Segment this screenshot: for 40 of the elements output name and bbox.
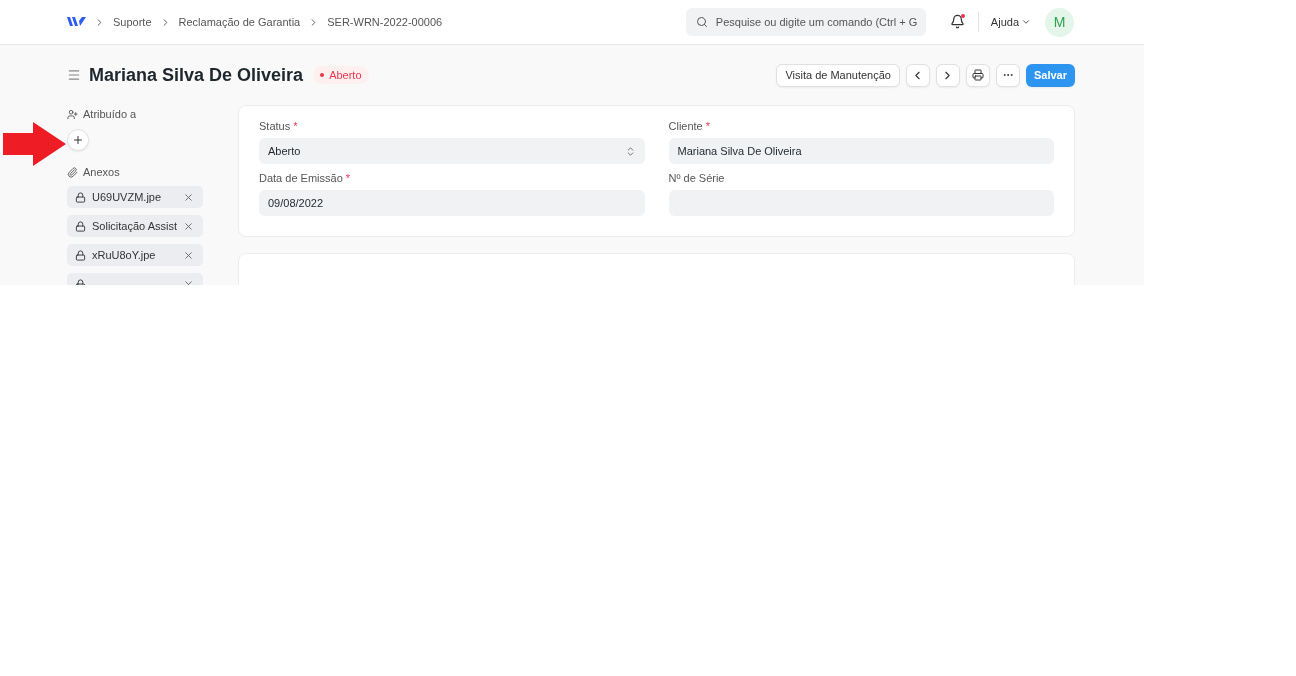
close-icon[interactable] bbox=[183, 249, 194, 261]
field-label: Cliente * bbox=[668, 120, 712, 132]
help-menu[interactable]: Ajuda bbox=[990, 16, 1031, 28]
attachment-chip[interactable]: xRuU8oY.jpe bbox=[67, 244, 203, 266]
lock-icon bbox=[75, 191, 86, 203]
field-label: Nº de Série bbox=[668, 172, 726, 184]
maintenance-visit-button[interactable]: Visita de Manutenção bbox=[776, 63, 900, 87]
next-button[interactable] bbox=[935, 63, 960, 87]
user-plus-icon bbox=[67, 108, 78, 120]
close-icon[interactable] bbox=[183, 220, 194, 232]
arrow-icon bbox=[3, 122, 66, 166]
plus-icon bbox=[72, 134, 84, 146]
lock-icon bbox=[75, 249, 86, 261]
print-button[interactable] bbox=[965, 63, 990, 87]
field-label: Status * bbox=[259, 120, 299, 132]
search-field[interactable]: Pesquise ou digite um comando (Ctrl + G bbox=[685, 8, 926, 36]
attachments-label: Anexos bbox=[83, 166, 120, 178]
logo-icon[interactable] bbox=[67, 16, 86, 28]
menu-icon[interactable] bbox=[67, 68, 81, 82]
lock-icon bbox=[75, 220, 86, 232]
page-title: Mariana Silva De Oliveira bbox=[89, 64, 304, 86]
previous-button[interactable] bbox=[905, 63, 930, 87]
paperclip-icon bbox=[67, 166, 78, 178]
field-label: Data de Emissão * bbox=[259, 172, 352, 184]
attachment-chip[interactable]: U69UVZM.jpe bbox=[67, 186, 203, 208]
input-field[interactable]: Mariana Silva De Oliveira bbox=[668, 138, 1054, 164]
search-icon bbox=[695, 16, 708, 28]
select-field[interactable]: Aberto bbox=[259, 138, 645, 164]
status-badge: Aberto bbox=[313, 66, 369, 84]
assigned-label: Atribuído a bbox=[83, 108, 137, 120]
chevron-down-icon bbox=[1021, 17, 1031, 27]
attachment-chip[interactable]: Solicitação Assist bbox=[67, 215, 203, 237]
bell-icon[interactable] bbox=[949, 14, 966, 30]
add-assignee-button[interactable] bbox=[67, 129, 89, 151]
close-icon[interactable] bbox=[183, 191, 194, 203]
breadcrumb-link[interactable]: SER-WRN-2022-00006 bbox=[327, 16, 443, 28]
breadcrumb-link[interactable]: Reclamação de Garantia bbox=[178, 16, 301, 28]
input-field[interactable]: 09/08/2022 bbox=[259, 190, 645, 216]
breadcrumb-link[interactable]: Suporte bbox=[113, 16, 152, 28]
printer-icon bbox=[971, 69, 984, 81]
